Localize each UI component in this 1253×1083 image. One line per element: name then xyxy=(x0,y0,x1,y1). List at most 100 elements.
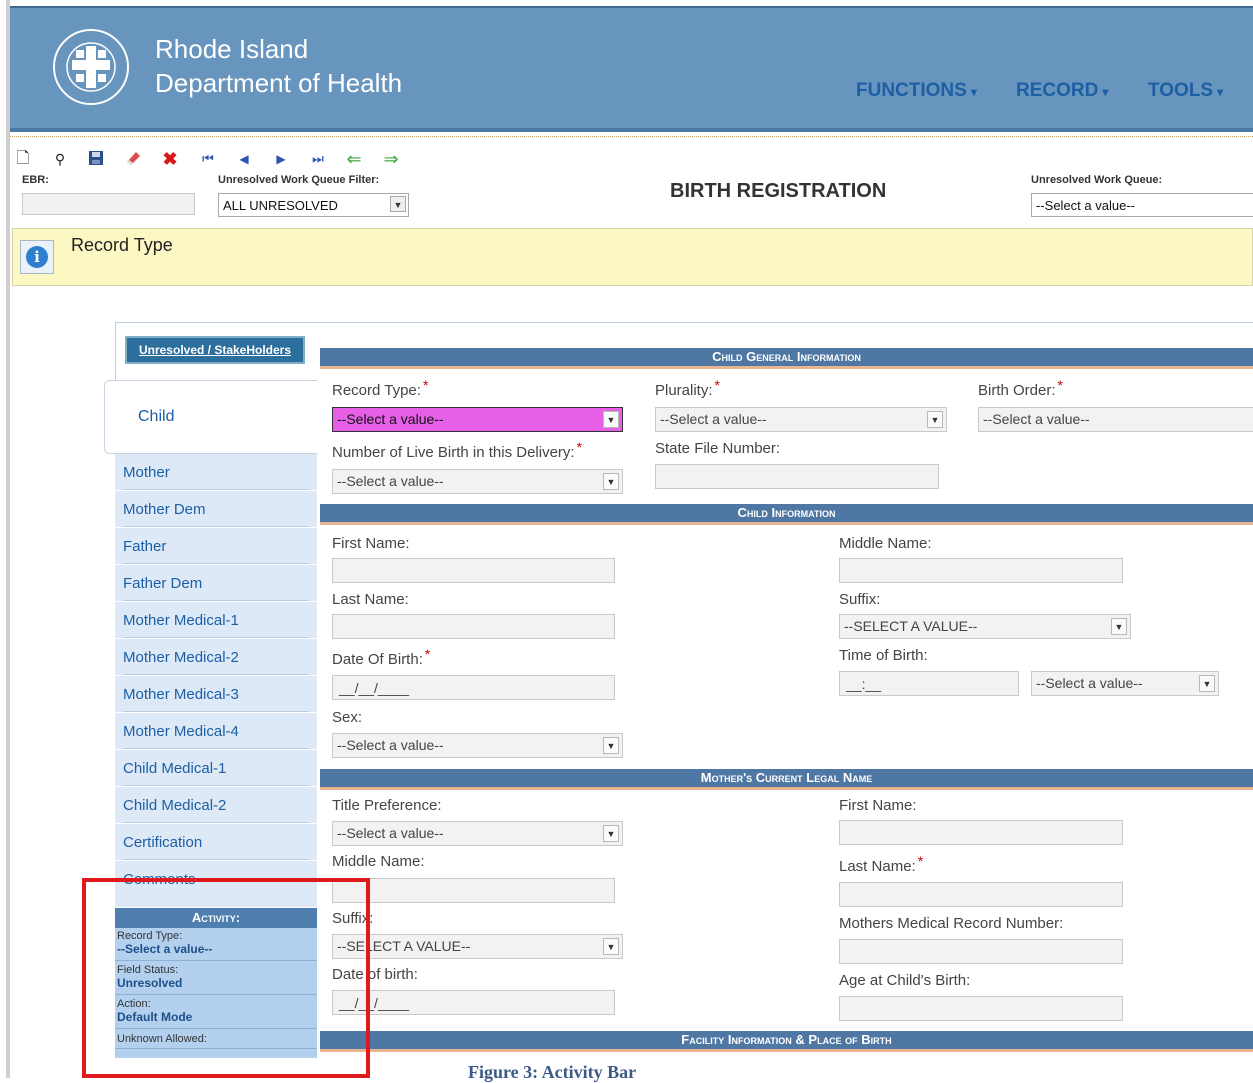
sex-select[interactable]: --Select a value-- ▼ xyxy=(332,733,623,758)
tob-ampm-select[interactable]: --Select a value-- ▼ xyxy=(1031,671,1219,696)
delete-icon[interactable]: ✖ xyxy=(161,150,179,168)
last-name-input[interactable] xyxy=(332,614,615,639)
first-name-label: First Name: xyxy=(332,535,410,552)
mother-suffix-select[interactable]: --SELECT A VALUE-- ▼ xyxy=(332,934,623,959)
department-seal-logo xyxy=(53,29,129,105)
info-text: Record Type xyxy=(71,235,173,255)
last-name-label: Last Name: xyxy=(332,591,409,608)
mother-last-input[interactable] xyxy=(839,882,1123,907)
live-birth-value: --Select a value-- xyxy=(337,473,444,489)
live-birth-select[interactable]: --Select a value-- ▼ xyxy=(332,469,623,494)
queue-label: Unresolved Work Queue: xyxy=(1031,174,1163,186)
mother-middle-label: Middle Name: xyxy=(332,853,425,870)
sidebar-item-label: Father Dem xyxy=(123,575,203,592)
ebr-label: EBR: xyxy=(22,174,49,186)
menu-functions-label: FUNCTIONS xyxy=(856,80,967,101)
left-frame xyxy=(0,0,10,1078)
tob-input[interactable]: __:__ xyxy=(839,671,1019,696)
filter-label: Unresolved Work Queue Filter: xyxy=(218,174,380,186)
sidebar-item-mother-dem[interactable]: Mother Dem xyxy=(115,491,317,528)
middle-name-label: Middle Name: xyxy=(839,535,932,552)
sex-value: --Select a value-- xyxy=(337,737,444,753)
mother-title-select[interactable]: --Select a value-- ▼ xyxy=(332,821,623,846)
menu-functions[interactable]: FUNCTIONS ▾ xyxy=(856,80,977,102)
first-record-icon[interactable]: ⏮ xyxy=(199,150,217,168)
sidebar-item-mother-medical-3[interactable]: Mother Medical-3 xyxy=(115,676,317,713)
sidebar-item-label: Child Medical-1 xyxy=(123,760,227,777)
sidebar-item-father-dem[interactable]: Father Dem xyxy=(115,565,317,602)
tab-child[interactable] xyxy=(104,380,317,454)
live-birth-label-text: Number of Live Birth in this Delivery: xyxy=(332,444,575,461)
menu-tools[interactable]: TOOLS ▾ xyxy=(1148,80,1223,102)
forward-arrow-icon[interactable]: ⇒ xyxy=(382,150,400,168)
info-bar xyxy=(12,228,1253,286)
info-icon: i xyxy=(20,240,54,274)
sidebar-item-child-medical-1[interactable]: Child Medical-1 xyxy=(115,750,317,787)
required-asterisk: * xyxy=(424,646,431,662)
page-title: BIRTH REGISTRATION xyxy=(670,180,887,202)
sidebar-item-label: Child Medical-2 xyxy=(123,797,227,814)
suffix-select[interactable]: --SELECT A VALUE-- ▼ xyxy=(839,614,1131,639)
required-asterisk: * xyxy=(714,377,720,393)
plurality-value: --Select a value-- xyxy=(660,411,767,427)
queue-select-value: --Select a value-- xyxy=(1036,198,1135,213)
sidebar-item-certification[interactable]: Certification xyxy=(115,824,317,861)
org-name-line2: Department of Health xyxy=(155,68,403,98)
sidebar-item-father[interactable]: Father xyxy=(115,528,317,565)
birth-order-select[interactable]: --Select a value-- xyxy=(978,407,1253,432)
mother-first-label: First Name: xyxy=(839,797,917,814)
section-child-general: Child General Information xyxy=(320,348,1253,369)
state-file-input[interactable] xyxy=(655,464,939,489)
mother-mrn-input[interactable] xyxy=(839,939,1123,964)
mother-first-input[interactable] xyxy=(839,820,1123,845)
record-type-select[interactable]: --Select a value-- ▼ xyxy=(332,407,623,432)
queue-select[interactable]: --Select a value-- xyxy=(1031,193,1253,217)
mother-age-input[interactable] xyxy=(839,996,1123,1021)
birth-order-value: --Select a value-- xyxy=(983,411,1090,427)
mother-title-value: --Select a value-- xyxy=(337,825,444,841)
eraser-icon[interactable] xyxy=(124,150,142,171)
chevron-down-icon: ▼ xyxy=(603,737,619,754)
section-facility: Facility Information & Place of Birth xyxy=(320,1031,1253,1052)
menu-record[interactable]: RECORD ▾ xyxy=(1016,80,1108,102)
sidebar-item-label: Mother xyxy=(123,464,170,481)
sidebar-item-mother[interactable]: Mother xyxy=(115,454,317,491)
sex-label: Sex: xyxy=(332,709,363,726)
mother-middle-input[interactable] xyxy=(332,878,615,903)
sidebar-item-mother-medical-1[interactable]: Mother Medical-1 xyxy=(115,602,317,639)
mother-age-label: Age at Child's Birth: xyxy=(839,972,971,989)
live-birth-label: Number of Live Birth in this Delivery: * xyxy=(332,439,582,461)
first-name-input[interactable] xyxy=(332,558,615,583)
last-record-icon[interactable]: ⏭ xyxy=(309,150,327,168)
sidebar-item-mother-medical-2[interactable]: Mother Medical-2 xyxy=(115,639,317,676)
mother-last-label-text: Last Name: xyxy=(839,858,916,875)
dob-input[interactable]: __/__/____ xyxy=(332,675,615,700)
sidebar-item-mother-medical-4[interactable]: Mother Medical-4 xyxy=(115,713,317,750)
new-icon[interactable]: 🗋 xyxy=(14,150,32,168)
filter-select[interactable]: ALL UNRESOLVED ▼ xyxy=(218,193,409,217)
required-asterisk: * xyxy=(1057,377,1063,393)
sidebar-item-child-medical-2[interactable]: Child Medical-2 xyxy=(115,787,317,824)
back-arrow-icon[interactable]: ⇐ xyxy=(345,150,363,168)
save-icon[interactable] xyxy=(87,150,105,171)
middle-name-input[interactable] xyxy=(839,558,1123,583)
caret-down-icon: ▾ xyxy=(1102,85,1109,99)
sidebar-item-label: Father xyxy=(123,538,167,555)
stakeholders-button[interactable]: Unresolved / StakeHolders xyxy=(125,336,305,364)
birth-order-label: Birth Order: * xyxy=(978,377,1063,399)
mother-last-label: Last Name: * xyxy=(839,853,923,875)
mother-dob-input[interactable]: __/__/____ xyxy=(332,990,615,1015)
binoculars-icon[interactable]: ⚲ xyxy=(51,150,69,168)
suffix-label: Suffix: xyxy=(839,591,881,608)
sidebar-item-label: Mother Dem xyxy=(123,501,206,518)
tob-label: Time of Birth: xyxy=(839,647,928,664)
ebr-input[interactable] xyxy=(22,193,195,215)
plurality-select[interactable]: --Select a value-- ▼ xyxy=(655,407,947,432)
sidebar-item-label: Certification xyxy=(123,834,203,851)
record-type-value: --Select a value-- xyxy=(337,411,444,427)
previous-record-icon[interactable]: ◀ xyxy=(235,150,253,168)
next-record-icon[interactable]: ▶ xyxy=(272,150,290,168)
sidebar-item-label: Mother Medical-1 xyxy=(123,612,239,629)
sidebar-item-label: Mother Medical-2 xyxy=(123,649,239,666)
required-asterisk: * xyxy=(917,853,924,869)
